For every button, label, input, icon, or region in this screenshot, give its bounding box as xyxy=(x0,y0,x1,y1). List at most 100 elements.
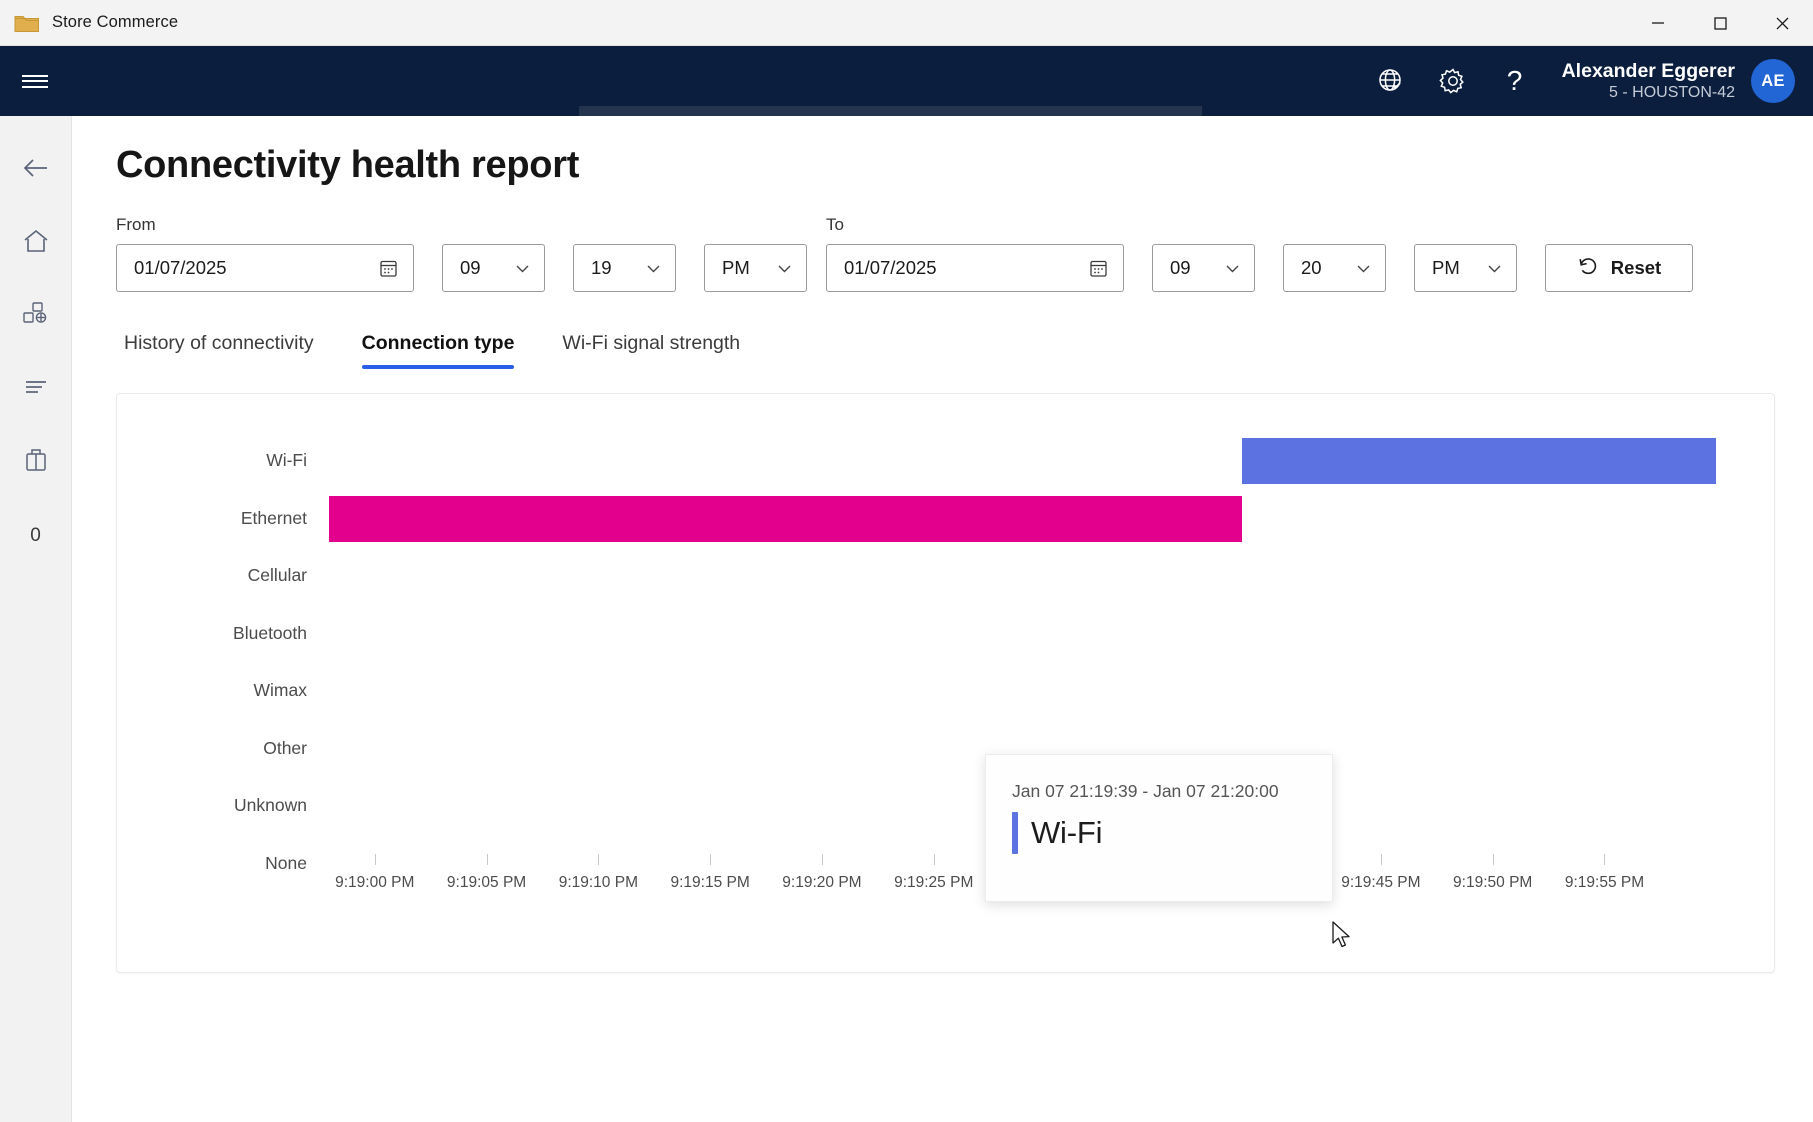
to-label: To xyxy=(826,215,844,234)
bar-ethernet[interactable] xyxy=(329,495,1242,542)
chevron-down-icon xyxy=(1355,260,1372,277)
x-axis-tick xyxy=(933,854,935,865)
x-axis-tick-label: 9:19:25 PM xyxy=(894,874,974,891)
chart-y-axis-labels: Wi-Fi Ethernet Cellular Bluetooth Wimax … xyxy=(117,432,329,892)
back-arrow-icon xyxy=(21,153,51,188)
chevron-down-icon xyxy=(1486,260,1503,277)
x-axis-tick xyxy=(821,854,823,865)
avatar[interactable]: AE xyxy=(1751,59,1795,103)
bar-row-bluetooth xyxy=(329,605,1716,663)
bar-row-cellular xyxy=(329,547,1716,605)
bar-wifi[interactable] xyxy=(1241,438,1716,484)
sidebar-item-bag[interactable] xyxy=(0,426,71,499)
bar-row-wimax xyxy=(329,662,1716,720)
chevron-down-icon xyxy=(1224,260,1241,277)
from-hour-select[interactable]: 09 xyxy=(442,244,545,292)
tab-label: Connection type xyxy=(361,332,515,354)
globe-check-icon[interactable] xyxy=(1360,46,1422,116)
hamburger-menu-icon[interactable] xyxy=(0,46,70,116)
reset-button[interactable]: Reset xyxy=(1545,244,1693,292)
bar-row-wifi xyxy=(329,432,1716,490)
maximize-icon[interactable] xyxy=(1689,0,1751,46)
chart-tooltip: Jan 07 21:19:39 - Jan 07 21:20:00 Wi-Fi xyxy=(985,754,1333,902)
help-label: ? xyxy=(1506,65,1523,96)
sidebar-item-home[interactable] xyxy=(0,207,71,280)
from-group: From 01/07/2025 09 19 PM xyxy=(116,215,807,292)
x-axis-tick xyxy=(1604,854,1606,865)
tab-history-of-connectivity[interactable]: History of connectivity xyxy=(116,332,338,369)
tooltip-series-label: Wi-Fi xyxy=(1031,815,1103,850)
from-meridiem-select[interactable]: PM xyxy=(704,244,807,292)
y-axis-label: Wi-Fi xyxy=(266,450,307,471)
window-controls xyxy=(1627,0,1813,46)
sidebar-item-counter[interactable]: 0 xyxy=(0,499,71,572)
tab-connection-type[interactable]: Connection type xyxy=(338,332,539,369)
from-minute-value: 19 xyxy=(591,257,612,278)
to-controls: 01/07/2025 09 20 PM Reset xyxy=(826,244,1693,292)
calendar-icon[interactable] xyxy=(1088,258,1109,279)
to-meridiem-value: PM xyxy=(1432,257,1460,278)
close-icon[interactable] xyxy=(1751,0,1813,46)
question-mark-icon[interactable]: ? xyxy=(1484,46,1546,116)
y-axis-label: Other xyxy=(263,737,307,758)
to-meridiem-select[interactable]: PM xyxy=(1414,244,1517,292)
calendar-icon[interactable] xyxy=(378,258,399,279)
sidebar-counter-label: 0 xyxy=(30,524,41,546)
tab-label: History of connectivity xyxy=(124,332,314,354)
x-axis-tick xyxy=(374,854,376,865)
home-icon xyxy=(22,227,50,260)
app-title: Store Commerce xyxy=(52,13,179,31)
tab-wifi-signal-strength[interactable]: Wi-Fi signal strength xyxy=(538,332,764,369)
to-minute-select[interactable]: 20 xyxy=(1283,244,1386,292)
x-axis-tick-label: 9:19:50 PM xyxy=(1453,874,1533,891)
x-axis-tick xyxy=(710,854,712,865)
chart-plot-area: Wi-Fi Ethernet Cellular Bluetooth Wimax … xyxy=(117,394,1774,972)
window-title-bar: Store Commerce xyxy=(0,0,1813,46)
from-minute-select[interactable]: 19 xyxy=(573,244,676,292)
undo-reset-icon xyxy=(1577,255,1599,282)
main-content: Connectivity health report From 01/07/20… xyxy=(72,116,1813,1122)
y-axis-label: Wimax xyxy=(253,680,307,701)
sidebar-item-products[interactable] xyxy=(0,280,71,353)
y-axis-label: Bluetooth xyxy=(233,622,307,643)
from-label: From xyxy=(116,215,156,234)
x-axis-tick-label: 9:19:15 PM xyxy=(670,874,750,891)
user-name: Alexander Eggerer xyxy=(1561,59,1735,82)
top-navigation-bar: Search ? Alexander Eggerer 5 - HOUSTON-4 xyxy=(0,46,1813,153)
title-bar-left: Store Commerce xyxy=(0,12,178,34)
y-axis-label: Cellular xyxy=(247,565,307,586)
x-axis-tick-label: 9:19:05 PM xyxy=(446,874,527,891)
connection-type-chart-card: Wi-Fi Ethernet Cellular Bluetooth Wimax … xyxy=(116,393,1775,973)
x-axis-tick-label: 9:19:10 PM xyxy=(558,874,638,891)
from-controls: 01/07/2025 09 19 PM xyxy=(116,244,807,292)
sidebar-item-back[interactable] xyxy=(0,134,71,207)
to-group: To 01/07/2025 09 20 PM Reset xyxy=(826,215,1693,292)
to-hour-value: 09 xyxy=(1170,257,1191,278)
to-hour-select[interactable]: 09 xyxy=(1152,244,1255,292)
to-date-value: 01/07/2025 xyxy=(844,257,937,278)
tab-active-underline xyxy=(361,365,515,369)
chevron-down-icon xyxy=(645,260,662,277)
top-nav-right-cluster: ? Alexander Eggerer 5 - HOUSTON-42 AE xyxy=(1360,46,1795,116)
y-axis-label: Ethernet xyxy=(240,507,307,528)
from-hour-value: 09 xyxy=(460,257,481,278)
user-store: 5 - HOUSTON-42 xyxy=(1609,84,1735,102)
chevron-down-icon xyxy=(514,260,531,277)
x-axis-tick xyxy=(486,854,488,865)
sidebar-item-list[interactable] xyxy=(0,353,71,426)
from-date-input[interactable]: 01/07/2025 xyxy=(116,244,414,292)
filter-bar: From 01/07/2025 09 19 PM To 01/07/2025 0… xyxy=(116,215,1775,292)
tooltip-time-range: Jan 07 21:19:39 - Jan 07 21:20:00 xyxy=(1012,781,1279,801)
to-date-input[interactable]: 01/07/2025 xyxy=(826,244,1124,292)
body-wrapper: 0 Connectivity health report From 01/07/… xyxy=(0,116,1813,1122)
folder-icon xyxy=(14,12,40,34)
list-lines-icon xyxy=(22,377,50,402)
from-date-value: 01/07/2025 xyxy=(134,257,227,278)
x-axis-tick-label: 9:19:00 PM xyxy=(335,874,415,891)
page-title: Connectivity health report xyxy=(116,144,580,186)
gear-icon[interactable] xyxy=(1422,46,1484,116)
left-sidebar: 0 xyxy=(0,116,72,1122)
minimize-icon[interactable] xyxy=(1627,0,1689,46)
user-info-block[interactable]: Alexander Eggerer 5 - HOUSTON-42 xyxy=(1562,59,1735,103)
bar-row-ethernet xyxy=(329,490,1716,548)
